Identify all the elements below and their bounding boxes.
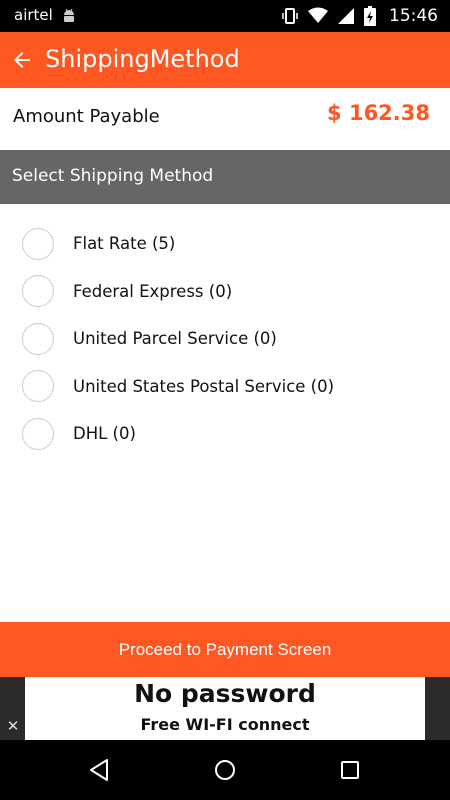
amount-payable-row: Amount Payable $ 162.38 bbox=[0, 88, 450, 150]
shipping-method-header: Select Shipping Method bbox=[0, 150, 450, 204]
amount-payable-value: $ 162.38 bbox=[327, 101, 430, 125]
ad-close-icon[interactable]: ✕ bbox=[3, 716, 23, 736]
ad-banner: ✕ No password Free WI-FI connect bbox=[0, 677, 450, 740]
ad-content[interactable]: No password Free WI-FI connect bbox=[25, 677, 425, 740]
shipping-options-list: Flat Rate (5) Federal Express (0) United… bbox=[0, 220, 450, 458]
amount-payable-label: Amount Payable bbox=[13, 106, 160, 127]
signal-icon bbox=[338, 8, 354, 24]
vibrate-icon bbox=[282, 8, 298, 24]
status-time: 15:46 bbox=[389, 6, 438, 26]
carrier-name: airtel bbox=[14, 6, 53, 24]
app-bar: ShippingMethod bbox=[0, 32, 450, 88]
radio-button[interactable] bbox=[22, 227, 54, 260]
battery-charging-icon bbox=[364, 6, 376, 26]
nav-back-icon[interactable] bbox=[87, 757, 113, 783]
option-label: Flat Rate (5) bbox=[73, 234, 176, 254]
proceed-to-payment-button[interactable]: Proceed to Payment Screen bbox=[0, 622, 450, 677]
system-navigation-bar bbox=[0, 740, 450, 800]
status-bar: airtel 15:46 bbox=[0, 0, 450, 32]
shipping-option-flat-rate[interactable]: Flat Rate (5) bbox=[0, 220, 450, 268]
back-arrow-icon[interactable] bbox=[10, 48, 34, 72]
shipping-option-usps[interactable]: United States Postal Service (0) bbox=[0, 363, 450, 411]
android-notification-icon bbox=[64, 8, 74, 22]
section-title: Select Shipping Method bbox=[12, 166, 214, 186]
option-label: United States Postal Service (0) bbox=[73, 376, 335, 396]
option-label: DHL (0) bbox=[73, 424, 136, 444]
shipping-option-federal-express[interactable]: Federal Express (0) bbox=[0, 268, 450, 316]
ad-headline: No password bbox=[134, 679, 316, 708]
nav-home-icon[interactable] bbox=[212, 757, 238, 783]
shipping-option-dhl[interactable]: DHL (0) bbox=[0, 410, 450, 458]
radio-button[interactable] bbox=[22, 417, 54, 450]
radio-button[interactable] bbox=[22, 275, 54, 308]
option-label: Federal Express (0) bbox=[73, 281, 233, 301]
ad-subline: Free WI-FI connect bbox=[140, 715, 310, 734]
wifi-icon bbox=[308, 7, 328, 23]
option-label: United Parcel Service (0) bbox=[73, 329, 277, 349]
radio-button[interactable] bbox=[22, 322, 54, 355]
radio-button[interactable] bbox=[22, 370, 54, 403]
page-title: ShippingMethod bbox=[45, 45, 240, 73]
shipping-option-ups[interactable]: United Parcel Service (0) bbox=[0, 315, 450, 363]
nav-recents-icon[interactable] bbox=[337, 757, 363, 783]
